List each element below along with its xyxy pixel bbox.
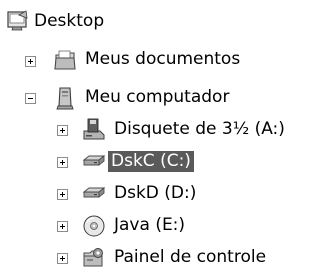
expand-toggle[interactable] [57,221,68,232]
computer-icon [56,87,74,110]
folder-documents-icon [54,50,76,70]
tree-item-my-computer[interactable]: Meu computador [0,83,327,113]
expand-toggle[interactable] [57,125,68,136]
tree-item-control-panel[interactable]: Painel de controle [0,243,327,273]
tree-item-label: DskD (D:) [114,183,197,203]
collapse-toggle[interactable] [25,93,36,104]
tree-item-label: Java (E:) [114,215,186,235]
folder-tree: Desktop Meus documentos Meu computador D… [0,0,327,276]
tree-item-label: Meu computador [85,87,230,107]
tree-item-label: Painel de controle [114,247,267,267]
tree-item-label: Disquete de 3½ (A:) [114,119,285,139]
expand-toggle[interactable] [57,253,68,264]
expand-toggle[interactable] [25,56,36,67]
hard-drive-icon [82,187,106,198]
tree-item-label: Meus documentos [85,49,241,69]
tree-item-label: Desktop [34,11,105,31]
desktop-icon [7,10,28,31]
tree-item-drive-c[interactable]: DskC (C:) [0,147,327,177]
control-panel-icon [83,248,103,267]
tree-item-drive-d[interactable]: DskD (D:) [0,179,327,209]
expand-toggle[interactable] [57,157,68,168]
tree-item-desktop[interactable]: Desktop [0,6,327,36]
tree-item-floppy-drive[interactable]: Disquete de 3½ (A:) [0,115,327,145]
floppy-drive-icon [83,118,105,140]
expand-toggle[interactable] [57,189,68,200]
tree-item-my-documents[interactable]: Meus documentos [0,45,327,75]
cd-drive-icon [83,215,105,237]
tree-item-drive-e[interactable]: Java (E:) [0,211,327,241]
tree-item-label: DskC (C:) [108,151,194,172]
hard-drive-icon [82,155,106,166]
